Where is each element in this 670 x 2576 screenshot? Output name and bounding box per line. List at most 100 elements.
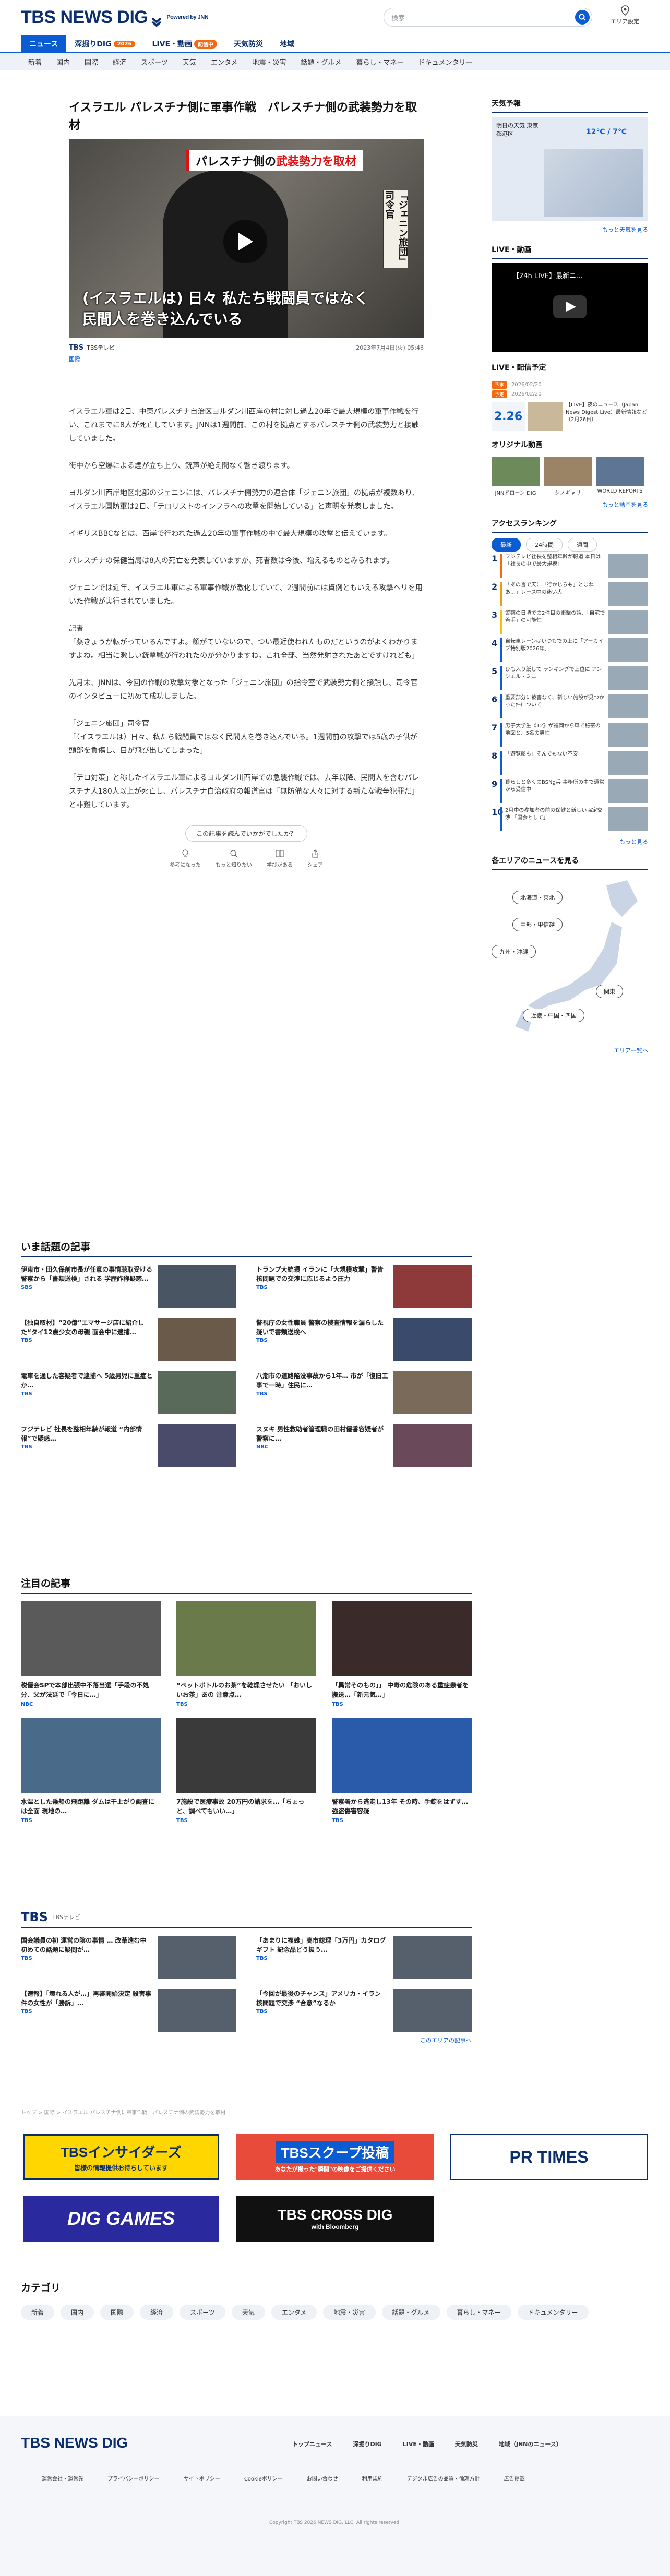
trending-article[interactable]: フジテレビ 社長を整相年齢が報道 “内部情報”で疑惑… TBS [21,1424,236,1467]
search-icon[interactable] [575,10,590,25]
trending-article[interactable]: 警視庁の女性職員 警察の捜査情報を漏らした疑いで書類送検へ TBS [256,1318,472,1361]
category-chip[interactable]: 国内 [61,2305,94,2320]
play-icon[interactable] [223,220,267,263]
tbs-article[interactable]: 「あまりに複雑」高市総理「3万円」カタログギフト 記念品どう扱う… TBS [256,1936,472,1979]
ranking-item[interactable]: 4 自転車レーンはいつもでの上に「アーカイブ特別版2026年」 [492,638,648,664]
tbs-article[interactable]: 国会議員の初 運営の陰の事情 … 改革進む中 初めての話題に疑問が… TBS [21,1936,236,1979]
snav-item[interactable]: エンタメ [204,57,245,67]
area-list-link[interactable]: エリア一覧へ [492,1046,648,1055]
share-button[interactable]: シェア [307,849,323,868]
reaction-helpful-button[interactable]: 参考になった [170,849,201,868]
weather-more-link[interactable]: もっと天気を見る [492,225,648,234]
schedule-item[interactable]: 予定 2026/02/20 [492,389,648,399]
gnav-local[interactable]: 地域 [271,35,303,52]
live-player[interactable]: 【24h LIVE】最新ニ... [492,263,648,352]
original-video-item[interactable]: WORLD REPORTS [596,457,644,496]
gnav-weather[interactable]: 天気防災 [225,35,271,52]
footer-link[interactable]: プライバシーポリシー [107,2474,160,2482]
trending-article[interactable]: 伊東市・田久保前市長が任意の事情聴取受ける 警察から「書類送検」される 学歴詐称… [21,1265,236,1308]
area-kyushu-button[interactable]: 九州・沖縄 [492,945,536,958]
footer-link[interactable]: 運営会社・運営先 [42,2474,83,2482]
footer-link[interactable]: Cookieポリシー [244,2474,283,2482]
tbs-more-link[interactable]: このエリアの記事へ [21,2036,472,2044]
gnav-live[interactable]: LIVE・動画 配信中 [143,35,225,52]
focus-article[interactable]: 警察署から逃走し13年 その時、手錠をはずす…強盗傷害容疑 TBS [332,1718,472,1824]
snav-item[interactable]: ドキュメンタリー [411,57,480,67]
ranking-item[interactable]: 8 「遊覧船も」そんでもない不安 [492,751,648,777]
article-category-link[interactable]: 国際 [69,355,424,363]
footer-nav-item[interactable]: トップニュース [292,2440,332,2448]
gnav-news[interactable]: ニュース [21,35,67,52]
schedule-feature[interactable]: 2.26 【LIVE】夜のニュース（Japan News Digest Live… [492,402,648,431]
focus-article[interactable]: 税優会SPで本部出張中不落当選「手段の不処分、父が法廷で「今日に…」 NBC [21,1601,161,1707]
schedule-item[interactable]: 予定 2026/02/20 [492,380,648,389]
footer-nav-item[interactable]: LIVE・動画 [403,2440,434,2448]
footer-link[interactable]: デジタル広告の品質・倫理方針 [407,2474,480,2482]
area-kinki-button[interactable]: 近畿・中国・四国 [523,1009,584,1022]
trending-article[interactable]: 電車を通した容疑者で逮捕へ 5歳男児に重症とか… TBS [21,1371,236,1414]
tbs-article[interactable]: 「今回が最後のチャンス」アメリカ・イラン 核問題で交渉 “合意”なるか TBS [256,1989,472,2032]
snav-item[interactable]: スポーツ [134,57,175,67]
category-chip[interactable]: 暮らし・マネー [446,2305,511,2320]
footer-link[interactable]: 広告掲載 [504,2474,525,2482]
tab-weekly[interactable]: 週間 [568,538,597,552]
area-kanto-button[interactable]: 関東 [596,985,623,998]
category-chip[interactable]: 地震・災害 [323,2305,376,2320]
focus-article[interactable]: 7施設で医療事故 20万円の請求を…「ちょっと、調べてもいい…」 TBS [176,1718,316,1824]
tab-24h[interactable]: 24時間 [526,538,563,552]
category-chip[interactable]: スポーツ [180,2305,225,2320]
search-input[interactable]: 検索 [384,8,592,27]
original-video-item[interactable]: JNNドローン DIG [492,457,540,496]
category-chip[interactable]: 経済 [140,2305,174,2320]
snav-item[interactable]: 地震・災害 [245,57,293,67]
snav-item[interactable]: 暮らし・マネー [349,57,411,67]
trending-article[interactable]: 八潮市の道路陥没事故から1年… 市が「復旧工事で一時」住民に… TBS [256,1371,472,1414]
weather-widget[interactable]: 明日の天気 東京都港区 12℃ / 7℃ [492,117,648,221]
footer-nav-item[interactable]: 天気防災 [455,2440,478,2448]
reaction-learn-button[interactable]: 学びがある [267,849,293,868]
area-chubu-button[interactable]: 中部・甲信越 [512,918,563,931]
snav-item[interactable]: 新着 [21,57,49,67]
reaction-more-button[interactable]: もっと知りたい [216,849,252,868]
video-more-link[interactable]: もっと動画を見る [492,500,648,509]
ranking-more-link[interactable]: もっと見る [492,837,648,846]
original-video-item[interactable]: シノギャリ [544,457,592,496]
area-setting-button[interactable]: エリア設定 [611,5,639,26]
focus-article[interactable]: 水温とした乗船の飛距離 ダムは干上がり調査には全面 現地の… TBS [21,1718,161,1824]
footer-logo[interactable]: TBS NEWS DIG [21,2435,128,2451]
snav-item[interactable]: 国際 [77,57,105,67]
trending-article[interactable]: トランプ大統領 イランに「大規模攻撃」警告 核問題での交渉に応じるよう圧力 TBS [256,1265,472,1308]
site-logo[interactable]: TBS NEWS DIG Powered by JNN [21,7,209,28]
area-hokkaido-tohoku-button[interactable]: 北海道・東北 [512,891,563,904]
ranking-item[interactable]: 1 フジテレビ社長を整相年齢が報道 本日は「社長の中で最大規模」 [492,554,648,580]
category-chip[interactable]: 国際 [100,2305,134,2320]
category-chip[interactable]: 天気 [231,2305,265,2320]
insiders-banner[interactable]: TBSインサイダーズ 皆様の情報提供お待ちしています [23,2134,219,2180]
cross-dig-banner[interactable]: TBS CROSS DIG with Bloomberg [236,2196,434,2242]
focus-article[interactable]: 「異常そのもの」」 中毒の危険のある重症患者を搬送…「新元気…」 TBS [332,1601,472,1707]
prtimes-banner[interactable]: PR TIMES [450,2134,648,2180]
category-chip[interactable]: 新着 [21,2305,55,2320]
ranking-item[interactable]: 5 ひも入り紙して ランキングで上位に アンシエル・ミニ [492,666,648,692]
ranking-item[interactable]: 7 男子大学生《12》が福岡から車で秘密の地図と、5名の男性 [492,723,648,749]
snav-item[interactable]: 話題・グルメ [293,57,349,67]
dig-games-banner[interactable]: DIG GAMES [23,2196,219,2242]
footer-link[interactable]: 利用規約 [362,2474,383,2482]
footer-nav-item[interactable]: 深掘りDIG [353,2440,381,2448]
tab-latest[interactable]: 最新 [492,538,521,552]
footer-nav-item[interactable]: 地域（JNNのニュース） [499,2440,562,2448]
scoop-banner[interactable]: TBSスクープ投稿 あなたが撮った“瞬間”の映像をご提供ください [236,2134,434,2180]
category-chip[interactable]: エンタメ [271,2305,317,2320]
footer-link[interactable]: サイトポリシー [184,2474,220,2482]
snav-item[interactable]: 天気 [175,57,204,67]
snav-item[interactable]: 経済 [105,57,134,67]
footer-link[interactable]: お問い合わせ [307,2474,338,2482]
category-chip[interactable]: 話題・グルメ [381,2305,440,2320]
ranking-item[interactable]: 6 重要部分に被害なく、新しい施設が見つかった件について [492,694,648,721]
ranking-item[interactable]: 9 暮らしと多くのBSNg兵 事務所の中で通常から受信中 [492,779,648,805]
ranking-item[interactable]: 2 「あの言で天に「行かじらも」とむねあ…」レース中の迷い犬 [492,582,648,608]
gnav-dig[interactable]: 深掘りDIG 2026 [66,35,143,52]
ranking-item[interactable]: 3 警察の日頃での2件目の衝撃の話、「自宅で着手」の可能性 [492,610,648,636]
trending-article[interactable]: 【独自取材】“20億”エマサージ店に紹介した“タイ12歳少女の母親 面会中に逮捕… [21,1318,236,1361]
snav-item[interactable]: 国内 [49,57,77,67]
